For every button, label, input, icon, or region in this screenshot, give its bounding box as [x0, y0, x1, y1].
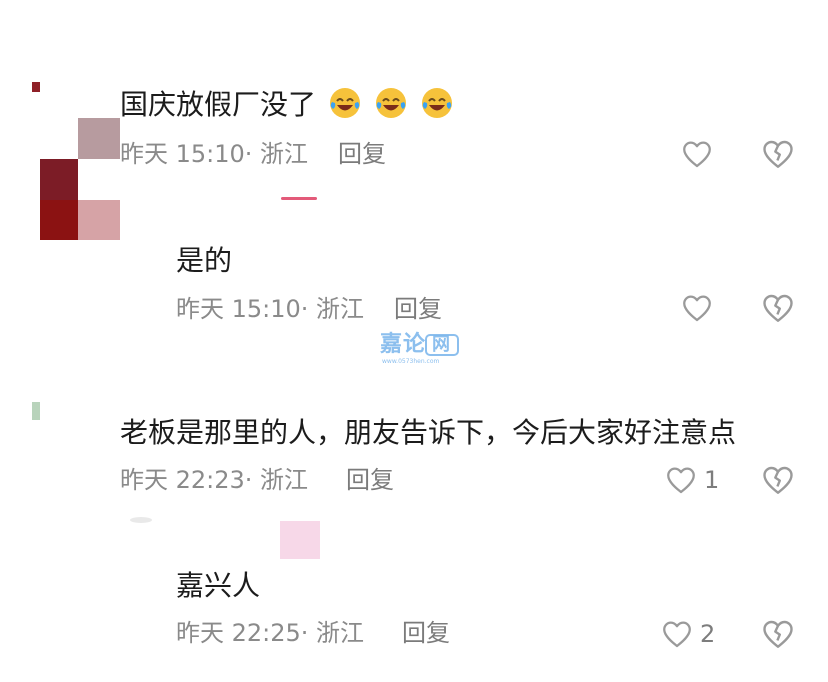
heart-outline-icon: [663, 621, 691, 648]
comment-meta: 昨天 22:25· 浙江: [176, 619, 365, 647]
comment-item-4: 嘉兴人 昨天 22:25· 浙江 回复 2: [0, 0, 828, 682]
comment-text: 嘉兴人: [176, 569, 261, 602]
like-button[interactable]: 2: [660, 616, 715, 652]
reply-button[interactable]: 回复: [402, 618, 450, 648]
like-count: 2: [700, 620, 716, 648]
broken-heart-icon[interactable]: [760, 616, 796, 652]
